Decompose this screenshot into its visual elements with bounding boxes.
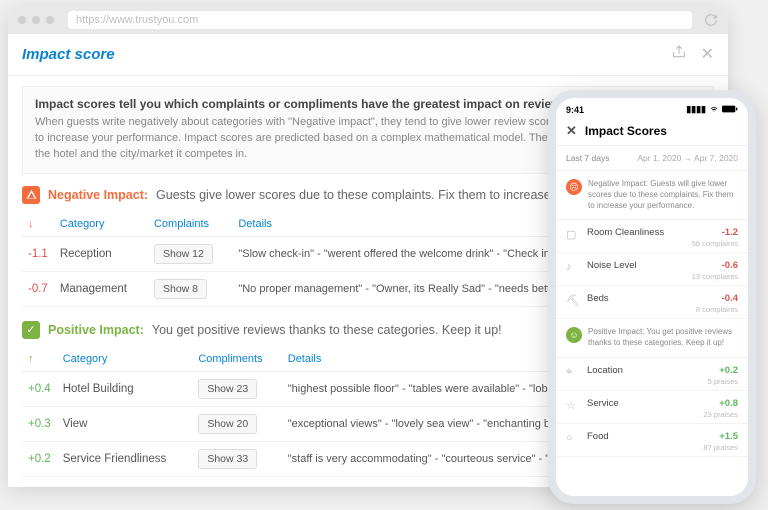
col-arrow[interactable]: ↓ xyxy=(22,212,54,237)
list-item[interactable]: ⛏ Beds -0.4 8 complaints xyxy=(556,286,748,319)
share-icon[interactable] xyxy=(671,44,687,65)
item-subtext: 8 complaints xyxy=(587,305,738,314)
impact-score: -0.7 xyxy=(22,271,54,306)
battery-icon xyxy=(722,105,738,115)
item-score: -1.2 xyxy=(722,227,738,238)
impact-score: +0.4 xyxy=(22,371,57,406)
list-item[interactable]: ○ Food +1.5 87 praises xyxy=(556,424,748,457)
status-time: 9:41 xyxy=(566,105,584,115)
close-icon[interactable]: ✕ xyxy=(701,44,714,65)
page-header: Impact score ✕ xyxy=(8,34,728,76)
list-item[interactable]: ▢ Room Cleanliness -1.2 56 complaints xyxy=(556,220,748,253)
item-subtext: 87 praises xyxy=(587,443,738,452)
browser-chrome: https://www.trustyou.com xyxy=(8,6,728,34)
item-subtext: 56 complaints xyxy=(587,239,738,248)
item-category: Room Cleanliness xyxy=(587,227,664,238)
signal-icon: ▮▮▮▮ xyxy=(686,104,706,115)
category-cell: Service Friendliness xyxy=(57,441,193,476)
mobile-neg-text: Negative Impact: Guests will give lower … xyxy=(588,179,738,211)
show-button[interactable]: Show 23 xyxy=(198,379,257,399)
app-header: ✕ Impact Scores xyxy=(556,117,748,146)
mobile-negative-banner: ☹ Negative Impact: Guests will give lowe… xyxy=(556,171,748,220)
refresh-icon[interactable] xyxy=(704,13,718,27)
location-icon: ⌖ xyxy=(566,365,580,379)
category-cell: Reception xyxy=(54,236,148,271)
frown-icon: ☹ xyxy=(566,179,582,195)
phone-mockup: 9:41 ▮▮▮▮ ✕ Impact Scores Last 7 days Ap… xyxy=(548,90,756,504)
category-cell: View xyxy=(57,406,193,441)
address-bar[interactable]: https://www.trustyou.com xyxy=(68,11,692,29)
app-title: Impact Scores xyxy=(585,124,667,138)
col-arrow[interactable]: ↑ xyxy=(22,347,57,372)
show-button[interactable]: Show 33 xyxy=(198,449,257,469)
page-title: Impact score xyxy=(22,46,115,63)
date-range-value: Apr 1, 2020 → Apr 7, 2020 xyxy=(637,153,738,163)
show-button[interactable]: Show 8 xyxy=(154,279,207,299)
show-button[interactable]: Show 12 xyxy=(154,244,213,264)
col-category[interactable]: Category xyxy=(57,347,193,372)
food-icon: ○ xyxy=(566,431,580,444)
col-category[interactable]: Category xyxy=(54,212,148,237)
item-category: Service xyxy=(587,398,619,409)
item-category: Beds xyxy=(587,293,609,304)
date-range-row[interactable]: Last 7 days Apr 1, 2020 → Apr 7, 2020 xyxy=(556,146,748,171)
item-score: +0.2 xyxy=(719,365,738,376)
item-category: Food xyxy=(587,431,609,442)
item-score: +0.8 xyxy=(719,398,738,409)
col-complaints[interactable]: Complaints xyxy=(148,212,232,237)
bed-icon: ⛏ xyxy=(566,293,580,307)
col-compliments[interactable]: Compliments xyxy=(192,347,281,372)
list-item[interactable]: ♪ Noise Level -0.6 13 complaints xyxy=(556,253,748,286)
item-subtext: 23 praises xyxy=(587,410,738,419)
check-icon: ✓ xyxy=(22,321,40,339)
list-item[interactable]: ☆ Service +0.8 23 praises xyxy=(556,391,748,424)
smile-icon: ☺ xyxy=(566,327,582,343)
mobile-positive-banner: ☺ Positive Impact: You get positive revi… xyxy=(556,319,748,358)
category-cell: Management xyxy=(54,271,148,306)
window-dot[interactable] xyxy=(46,16,54,24)
wifi-icon xyxy=(709,105,719,115)
service-icon: ☆ xyxy=(566,398,580,412)
room-icon: ▢ xyxy=(566,227,580,241)
positive-desc: You get positive reviews thanks to these… xyxy=(152,323,502,337)
date-range-label: Last 7 days xyxy=(566,153,609,163)
item-category: Noise Level xyxy=(587,260,637,271)
positive-label: Positive Impact: xyxy=(48,323,144,337)
window-dot[interactable] xyxy=(18,16,26,24)
item-subtext: 5 praises xyxy=(587,377,738,386)
impact-score: +0.3 xyxy=(22,406,57,441)
status-bar: 9:41 ▮▮▮▮ xyxy=(556,98,748,117)
item-subtext: 13 complaints xyxy=(587,272,738,281)
impact-score: +0.2 xyxy=(22,441,57,476)
noise-icon: ♪ xyxy=(566,260,580,273)
impact-score: -1.1 xyxy=(22,236,54,271)
show-button[interactable]: Show 20 xyxy=(198,414,257,434)
warning-icon xyxy=(22,186,40,204)
close-icon[interactable]: ✕ xyxy=(566,123,577,139)
window-dot[interactable] xyxy=(32,16,40,24)
list-item[interactable]: ⌖ Location +0.2 5 praises xyxy=(556,358,748,391)
mobile-pos-text: Positive Impact: You get positive review… xyxy=(588,327,738,349)
item-score: -0.4 xyxy=(722,293,738,304)
category-cell: Hotel Building xyxy=(57,371,193,406)
item-score: -0.6 xyxy=(722,260,738,271)
item-category: Location xyxy=(587,365,623,376)
item-score: +1.5 xyxy=(719,431,738,442)
negative-label: Negative Impact: xyxy=(48,188,148,202)
